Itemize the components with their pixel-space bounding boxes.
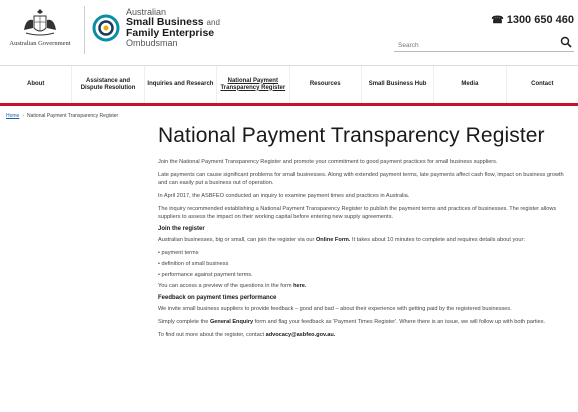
intro-paragraph: Join the National Payment Transparency R… — [158, 159, 498, 165]
breadcrumb-separator: › — [22, 113, 25, 119]
join-paragraph: Australian businesses, big or small, can… — [158, 236, 574, 244]
online-form-link[interactable]: Online Form. — [316, 237, 351, 243]
main-nav: About Assistance and Dispute Resolution … — [0, 66, 578, 106]
header-divider — [84, 6, 85, 54]
recommendation-paragraph: The inquiry recommended establishing a N… — [158, 206, 557, 220]
brand-name[interactable]: Australian Small Business and Family Ent… — [126, 7, 220, 48]
brand-and: and — [206, 18, 220, 27]
nav-item-resources[interactable]: Resources — [290, 66, 362, 103]
search-input[interactable] — [394, 37, 544, 54]
preview-text: You can access a preview of the question… — [158, 283, 292, 289]
contact-paragraph: To find out more about the register, con… — [158, 331, 574, 339]
breadcrumb: Home › National Payment Transparency Regis… — [6, 113, 118, 119]
phone-icon: ☎ — [491, 15, 504, 26]
nav-item-inquiries[interactable]: Inquiries and Research — [145, 66, 218, 103]
enquiry-text-end: form and flag your feedback as 'Payment … — [254, 319, 546, 325]
list-item-performance: • performance against payment terms. — [158, 272, 253, 278]
nav-item-media[interactable]: Media — [434, 66, 507, 103]
inquiry-paragraph: In April 2017, the ASBFEO conducted an i… — [158, 193, 410, 199]
general-enquiry-paragraph: Simply complete the General Enquiry form… — [158, 318, 574, 326]
nav-item-contact[interactable]: Contact — [507, 66, 578, 103]
list-item-payment-terms: • payment terms — [158, 250, 199, 256]
main-content: National Payment Transparency Register J… — [158, 124, 574, 344]
advocacy-email-link[interactable]: advocacy@asbfeo.gov.au. — [266, 332, 336, 338]
nav-item-about[interactable]: About — [0, 66, 73, 103]
government-label: Australian Government — [9, 40, 71, 47]
preview-here-link[interactable]: here. — [293, 283, 306, 289]
late-payments-paragraph: Late payments can cause significant prob… — [158, 172, 564, 186]
australian-government-logo[interactable]: Australian Government — [4, 8, 76, 54]
search-box — [394, 34, 574, 54]
join-register-heading: Join the register — [158, 226, 205, 232]
search-icon[interactable] — [560, 36, 572, 48]
page-title: National Payment Transparency Register — [158, 124, 545, 147]
feedback-heading: Feedback on payment times performance — [158, 295, 277, 301]
list-item-definition: • definition of small business — [158, 261, 229, 267]
brand-line-family-enterprise: Family Enterprise — [126, 27, 215, 39]
phone-number[interactable]: ☎ 1300 650 460 — [491, 14, 574, 26]
nav-item-assistance[interactable]: Assistance and Dispute Resolution — [72, 66, 145, 103]
nav-item-payment-register[interactable]: National Payment Transparency Register — [217, 66, 290, 103]
preview-paragraph: You can access a preview of the question… — [158, 282, 574, 290]
contact-text: To find out more about the register, con… — [158, 332, 265, 338]
enquiry-text-start: Simply complete the — [158, 319, 209, 325]
coat-of-arms-icon — [24, 9, 56, 36]
phone-text: 1300 650 460 — [506, 14, 574, 26]
general-enquiry-link[interactable]: General Enquiry — [210, 319, 253, 325]
feedback-invite-paragraph: We invite small business suppliers to pr… — [158, 306, 512, 312]
join-text-end: It takes about 10 minutes to complete an… — [352, 237, 525, 243]
nav-item-small-business-hub[interactable]: Small Business Hub — [362, 66, 435, 103]
brand-line-ombudsman: Ombudsman — [126, 38, 178, 48]
asbfeo-logo-icon[interactable] — [92, 14, 120, 42]
join-text-start: Australian businesses, big or small, can… — [158, 237, 315, 243]
site-header: Australian Government Australian Small B… — [0, 0, 578, 66]
breadcrumb-current: National Payment Transparency Register — [27, 113, 119, 119]
breadcrumb-home[interactable]: Home — [6, 113, 19, 119]
